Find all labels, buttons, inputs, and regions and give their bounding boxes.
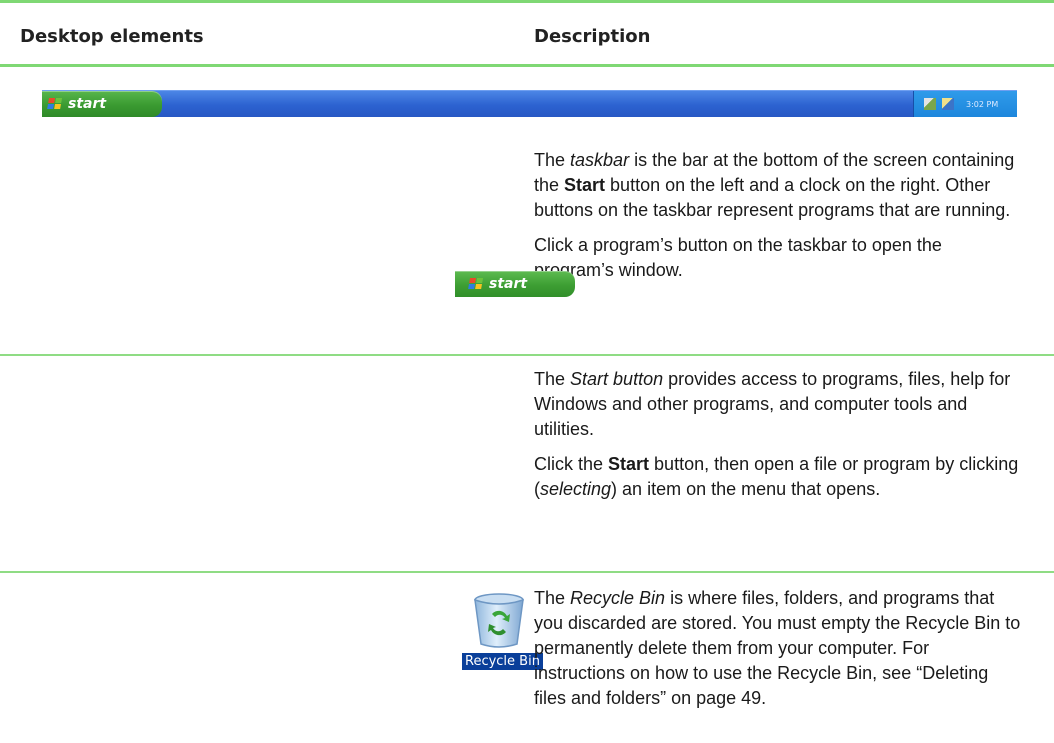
top-rule	[0, 0, 1054, 3]
recycle-description-paragraph: The Recycle Bin is where files, folders,…	[534, 588, 1021, 708]
taskbar-illustration: start 3:02 PM	[42, 90, 1017, 117]
term-taskbar: taskbar	[570, 150, 630, 170]
notification-area: 3:02 PM	[913, 91, 1017, 117]
recycle-bin-label: Recycle Bin	[462, 653, 543, 670]
recycle-bin-description: The Recycle Bin is where files, folders,…	[534, 586, 1024, 721]
taskbar-description: The taskbar is the bar at the bottom of …	[534, 148, 1024, 293]
term-start-button: Start button	[570, 369, 664, 389]
taskbar-description-paragraph-2: Click a program’s button on the taskbar …	[534, 235, 942, 280]
windows-flag-icon	[46, 98, 64, 110]
windows-flag-icon	[467, 278, 485, 290]
row-separator	[0, 354, 1054, 356]
start-description-paragraph-1: The Start button provides access to prog…	[534, 369, 1011, 439]
column-header-description: Description	[534, 26, 651, 47]
column-header-desktop-elements: Desktop elements	[20, 26, 204, 47]
start-description-paragraph-2: Click the Start button, then open a file…	[534, 454, 1019, 499]
taskbar-start-button: start	[42, 91, 162, 117]
row-separator	[0, 571, 1054, 573]
network-icon	[924, 98, 936, 110]
header-rule	[0, 64, 1054, 67]
start-button-illustration: start	[455, 271, 575, 297]
start-button-label: start	[489, 276, 528, 292]
term-selecting: selecting	[540, 479, 612, 499]
term-recycle-bin: Recycle Bin	[570, 588, 666, 608]
bold-start: Start	[564, 175, 606, 195]
taskbar-description-paragraph-1: The taskbar is the bar at the bottom of …	[534, 150, 1015, 220]
start-button-description: The Start button provides access to prog…	[534, 367, 1024, 512]
bold-start: Start	[608, 454, 650, 474]
taskbar-clock: 3:02 PM	[966, 99, 999, 109]
volume-icon	[942, 98, 954, 110]
taskbar-start-label: start	[68, 96, 107, 112]
